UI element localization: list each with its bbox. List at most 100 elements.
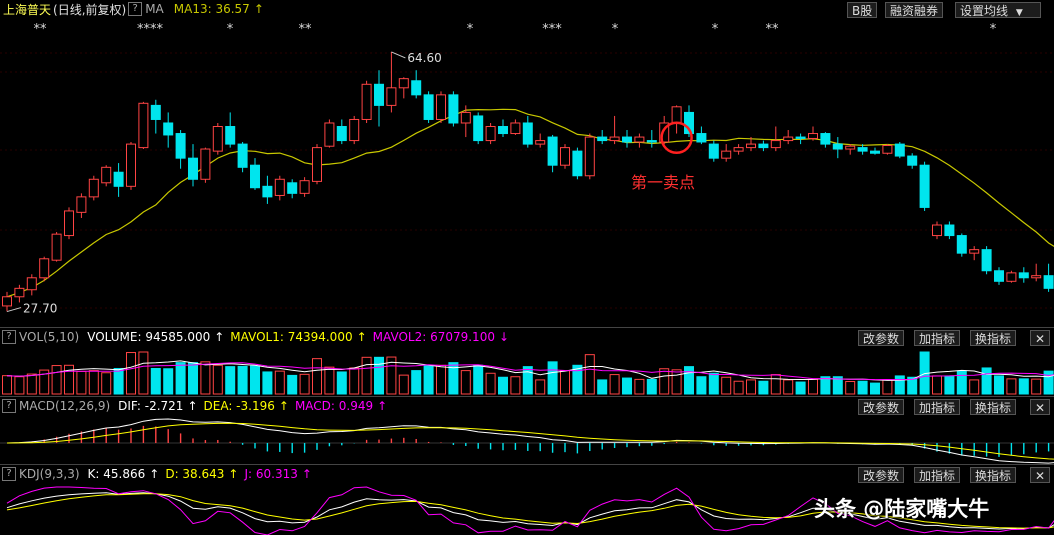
volume-bar [845, 381, 856, 395]
help-icon[interactable]: ? [2, 399, 16, 413]
candle [845, 145, 856, 150]
dea-value: DEA: -3.196 [203, 399, 275, 413]
marker-star: * [990, 22, 997, 37]
modify-params-button[interactable]: 改参数 [858, 330, 905, 346]
add-indicator-button[interactable]: 加指标 [914, 467, 961, 483]
vol-name: VOL(5,10) [19, 330, 80, 344]
volume-bar [460, 370, 471, 395]
marker-star: * [227, 22, 234, 37]
volume-bar [1006, 378, 1017, 395]
candle [188, 157, 198, 180]
candle [200, 148, 211, 180]
candle [163, 122, 174, 136]
candle [907, 155, 918, 166]
candle [64, 210, 74, 237]
volume-bar [138, 351, 149, 395]
d-value: D: 38.643 [165, 467, 225, 481]
close-panel-button[interactable]: ✕ [1030, 467, 1050, 483]
high-pointer [391, 51, 406, 59]
add-indicator-button[interactable]: 加指标 [914, 330, 961, 346]
volume-bar [411, 370, 422, 395]
volume-bar [14, 376, 25, 395]
k-arrow: ↑ [149, 467, 160, 481]
change-indicator-button[interactable]: 换指标 [970, 399, 1017, 415]
change-indicator-button[interactable]: 换指标 [970, 330, 1017, 346]
volume-bar [361, 356, 372, 395]
marker-star: *** [542, 22, 562, 37]
mavol1-value: MAVOL1: 74394.000 [230, 330, 353, 344]
volume-chart [2, 351, 1054, 395]
volume-bar [535, 379, 546, 395]
volume-bar [312, 358, 322, 395]
volume-bar [51, 365, 62, 395]
volume-bar [113, 367, 124, 395]
candle [820, 133, 831, 145]
candle [919, 164, 930, 208]
candle [299, 180, 310, 194]
volume-bar [560, 370, 570, 395]
help-icon[interactable]: ? [2, 467, 16, 481]
period-label: (日线,前复权) [53, 2, 127, 17]
dif-value: DIF: -2.721 [118, 399, 184, 413]
volume-bar [808, 378, 818, 395]
add-indicator-button[interactable]: 加指标 [914, 399, 961, 415]
candle [646, 140, 657, 143]
ma-settings-button[interactable]: 设置均线 ▼ [955, 2, 1041, 18]
candle [708, 143, 719, 159]
ma13-arrow: ↑ [253, 2, 264, 16]
candle [150, 104, 161, 120]
close-panel-button[interactable]: ✕ [1030, 399, 1050, 415]
candle [485, 126, 496, 142]
candle [956, 235, 967, 254]
candle [746, 143, 756, 149]
volume-bar [349, 367, 360, 395]
dea-arrow: ↑ [278, 399, 289, 413]
marker-star: * [712, 22, 719, 37]
candle [584, 136, 595, 177]
volume-bar [708, 372, 719, 395]
candle [138, 102, 149, 149]
candle [498, 126, 508, 135]
b-share-button[interactable]: B股 [847, 2, 878, 18]
candle [808, 133, 818, 139]
candlestick-chart: ** **** * ** * *** * * ** *64.6027.70 [0, 22, 1054, 316]
volume-bar [634, 378, 645, 395]
change-indicator-button[interactable]: 换指标 [970, 467, 1017, 483]
help-icon[interactable]: ? [128, 2, 143, 16]
macd-chart [0, 418, 1054, 464]
help-icon[interactable]: ? [2, 330, 16, 344]
margin-trading-button[interactable]: 融资融券 [885, 2, 944, 18]
volume-bar [1018, 378, 1029, 395]
volume-bar [733, 380, 744, 395]
candle [88, 178, 99, 198]
mavol1-arrow: ↑ [356, 330, 367, 344]
close-panel-button[interactable]: ✕ [1030, 330, 1050, 346]
volume-panel: ? VOL(5,10) VOLUME: 94585.000 ↑ MAVOL1: … [0, 328, 1054, 396]
candle [572, 150, 583, 177]
candle [1043, 275, 1054, 289]
candle [473, 115, 484, 142]
marker-star: ** [34, 22, 48, 37]
candle [324, 122, 335, 147]
volume-bar [622, 377, 632, 395]
candle [460, 111, 471, 124]
modify-params-button[interactable]: 改参数 [858, 467, 905, 483]
volume-bar [584, 354, 595, 395]
candle [76, 196, 87, 213]
candle [423, 94, 434, 120]
candle [783, 136, 794, 142]
volume-bar [671, 369, 682, 395]
volume-bar [795, 381, 806, 395]
volume-bar [944, 375, 955, 395]
low-label: 27.70 [23, 302, 57, 316]
volume-bar [882, 379, 893, 395]
candle [770, 140, 781, 149]
volume-bar [510, 376, 521, 395]
candle [386, 87, 397, 106]
volume-bar [237, 365, 248, 395]
candle [212, 126, 223, 152]
volume-bar [659, 368, 670, 395]
volume-bar [870, 382, 880, 395]
modify-params-button[interactable]: 改参数 [858, 399, 905, 415]
macd-value: MACD: 0.949 [294, 399, 374, 413]
